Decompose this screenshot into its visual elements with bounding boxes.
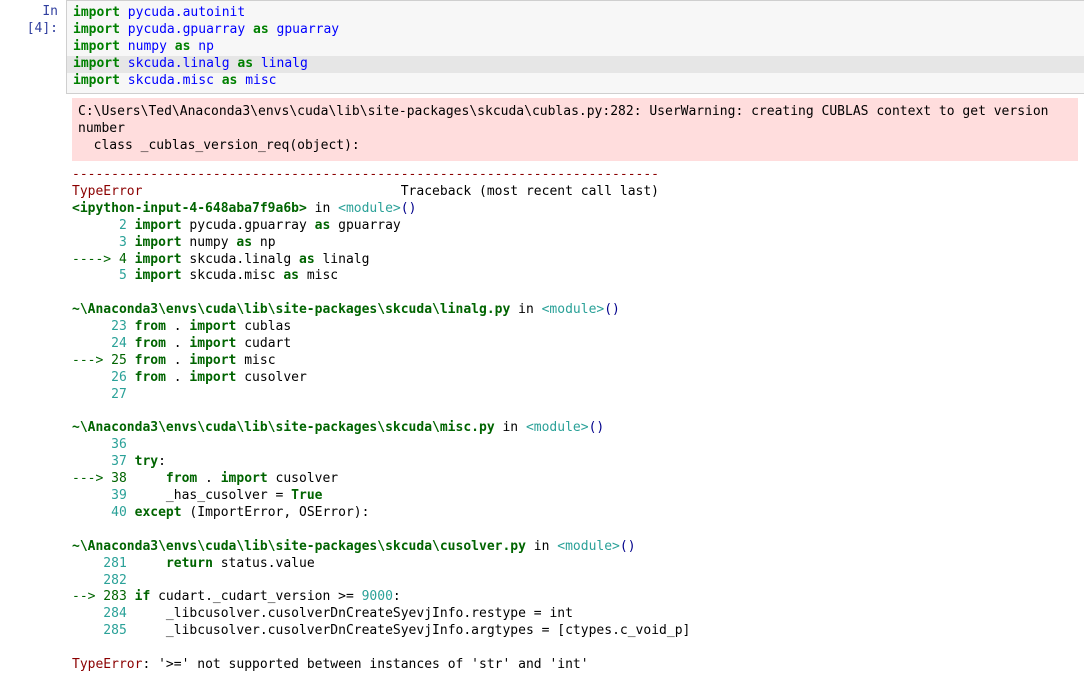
- code-line-1: import pycuda.autoinit: [73, 5, 245, 20]
- code-line-5: import skcuda.misc as misc: [73, 73, 277, 88]
- traceback-label: Traceback (most recent call last): [142, 184, 659, 199]
- frame3-file: ~\Anaconda3\envs\cuda\lib\site-packages\…: [72, 420, 495, 435]
- code-line-4-highlighted: import skcuda.linalg as linalg: [67, 56, 1084, 73]
- frame2-file: ~\Anaconda3\envs\cuda\lib\site-packages\…: [72, 302, 510, 317]
- code-input-area[interactable]: import pycuda.autoinit import pycuda.gpu…: [66, 0, 1084, 94]
- warning-line2: class _cublas_version_req(object):: [78, 138, 360, 153]
- output-area: C:\Users\Ted\Anaconda3\envs\cuda\lib\sit…: [66, 94, 1084, 681]
- warning-line1: C:\Users\Ted\Anaconda3\envs\cuda\lib\sit…: [78, 104, 1056, 136]
- frame3-arrow: ---> 38: [72, 471, 166, 486]
- final-error-msg: : '>=' not supported between instances o…: [142, 657, 588, 672]
- code-line-3: import numpy as np: [73, 39, 214, 54]
- error-name: TypeError: [72, 184, 142, 199]
- warning-box: C:\Users\Ted\Anaconda3\envs\cuda\lib\sit…: [72, 98, 1078, 161]
- code-line-2: import pycuda.gpuarray as gpuarray: [73, 22, 339, 37]
- traceback-separator: ----------------------------------------…: [72, 167, 659, 182]
- frame4-file: ~\Anaconda3\envs\cuda\lib\site-packages\…: [72, 539, 526, 554]
- input-prompt: In [4]:: [0, 0, 66, 42]
- output-cell: C:\Users\Ted\Anaconda3\envs\cuda\lib\sit…: [0, 94, 1084, 681]
- frame1-arrow: ----> 4: [72, 252, 135, 267]
- output-prompt-empty: [0, 94, 66, 102]
- frame2-arrow: ---> 25: [72, 353, 135, 368]
- frame1-file: <ipython-input-4-648aba7f9a6b>: [72, 201, 307, 216]
- final-error-name: TypeError: [72, 657, 142, 672]
- notebook-cell: In [4]: import pycuda.autoinit import py…: [0, 0, 1084, 94]
- frame4-arrow: --> 283: [72, 589, 135, 604]
